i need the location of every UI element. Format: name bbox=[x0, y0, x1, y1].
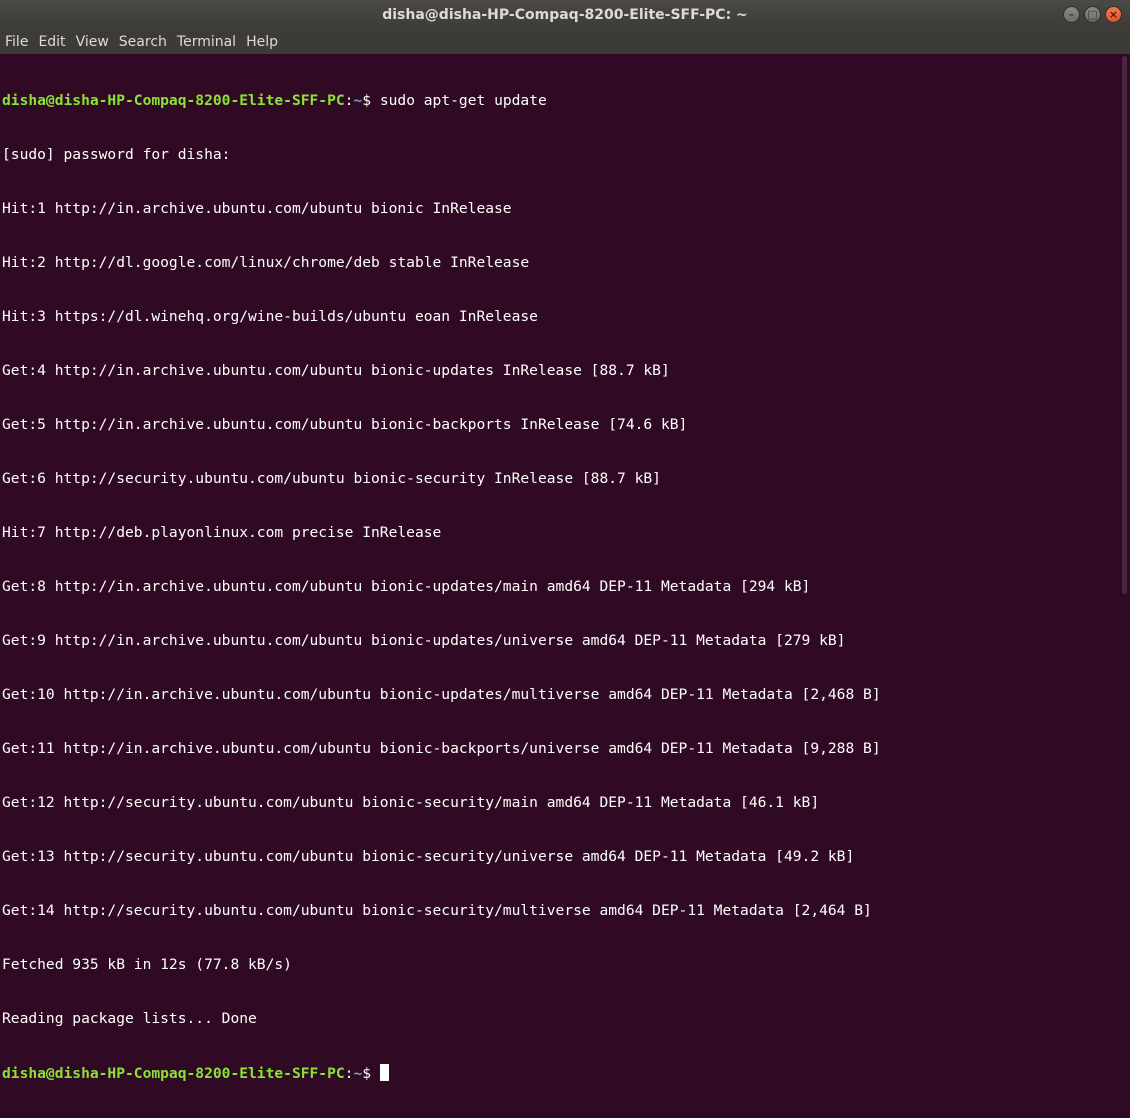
output-line: Get:6 http://security.ubuntu.com/ubuntu … bbox=[2, 470, 661, 487]
terminal-window: disha@disha-HP-Compaq-8200-Elite-SFF-PC:… bbox=[0, 0, 1130, 1082]
output-line: Get:4 http://in.archive.ubuntu.com/ubunt… bbox=[2, 362, 670, 379]
menu-help[interactable]: Help bbox=[241, 34, 283, 50]
prompt-user: disha@disha-HP-Compaq-8200-Elite-SFF-PC bbox=[2, 1065, 345, 1082]
menu-edit[interactable]: Edit bbox=[33, 34, 70, 50]
terminal-scrollbar[interactable] bbox=[1118, 54, 1130, 596]
output-line: [sudo] password for disha: bbox=[2, 146, 231, 163]
output-line: Get:11 http://in.archive.ubuntu.com/ubun… bbox=[2, 740, 881, 757]
minimize-button[interactable]: – bbox=[1063, 6, 1080, 23]
menu-terminal[interactable]: Terminal bbox=[172, 34, 241, 50]
output-line: Get:14 http://security.ubuntu.com/ubuntu… bbox=[2, 902, 872, 919]
output-line: Reading package lists... Done bbox=[2, 1010, 257, 1027]
menu-view[interactable]: View bbox=[71, 34, 114, 50]
menu-file[interactable]: File bbox=[0, 34, 33, 50]
window-title: disha@disha-HP-Compaq-8200-Elite-SFF-PC:… bbox=[382, 7, 748, 23]
output-line: Get:13 http://security.ubuntu.com/ubuntu… bbox=[2, 848, 855, 865]
scrollbar-thumb[interactable] bbox=[1122, 56, 1127, 594]
output-line: Hit:7 http://deb.playonlinux.com precise… bbox=[2, 524, 442, 541]
output-line: Get:8 http://in.archive.ubuntu.com/ubunt… bbox=[2, 578, 811, 595]
command-line: disha@disha-HP-Compaq-8200-Elite-SFF-PC:… bbox=[2, 92, 547, 109]
output-line: Get:10 http://in.archive.ubuntu.com/ubun… bbox=[2, 686, 881, 703]
output-line: Fetched 935 kB in 12s (77.8 kB/s) bbox=[2, 956, 292, 973]
output-line: Get:5 http://in.archive.ubuntu.com/ubunt… bbox=[2, 416, 688, 433]
title-bar[interactable]: disha@disha-HP-Compaq-8200-Elite-SFF-PC:… bbox=[0, 0, 1130, 30]
close-button[interactable]: × bbox=[1105, 6, 1122, 23]
current-prompt-line: disha@disha-HP-Compaq-8200-Elite-SFF-PC:… bbox=[2, 1064, 1118, 1082]
prompt-path: ~ bbox=[353, 92, 363, 109]
output-line: Get:12 http://security.ubuntu.com/ubuntu… bbox=[2, 794, 820, 811]
terminal-output[interactable]: disha@disha-HP-Compaq-8200-Elite-SFF-PC:… bbox=[0, 54, 1118, 1082]
prompt-suffix: $ bbox=[362, 1065, 380, 1082]
prompt-user: disha@disha-HP-Compaq-8200-Elite-SFF-PC bbox=[2, 92, 345, 109]
text-cursor bbox=[379, 1064, 389, 1081]
menu-bar: File Edit View Search Terminal Help bbox=[0, 30, 1130, 54]
output-line: Hit:3 https://dl.winehq.org/wine-builds/… bbox=[2, 308, 538, 325]
output-line: Hit:1 http://in.archive.ubuntu.com/ubunt… bbox=[2, 200, 512, 217]
maximize-button[interactable]: □ bbox=[1084, 6, 1101, 23]
output-line: Hit:2 http://dl.google.com/linux/chrome/… bbox=[2, 254, 530, 271]
command-text: sudo apt-get update bbox=[379, 92, 547, 109]
menu-search[interactable]: Search bbox=[114, 34, 172, 50]
prompt-path: ~ bbox=[353, 1065, 363, 1082]
window-controls: – □ × bbox=[1063, 6, 1122, 23]
output-line: Get:9 http://in.archive.ubuntu.com/ubunt… bbox=[2, 632, 846, 649]
prompt-suffix: $ bbox=[362, 92, 380, 109]
